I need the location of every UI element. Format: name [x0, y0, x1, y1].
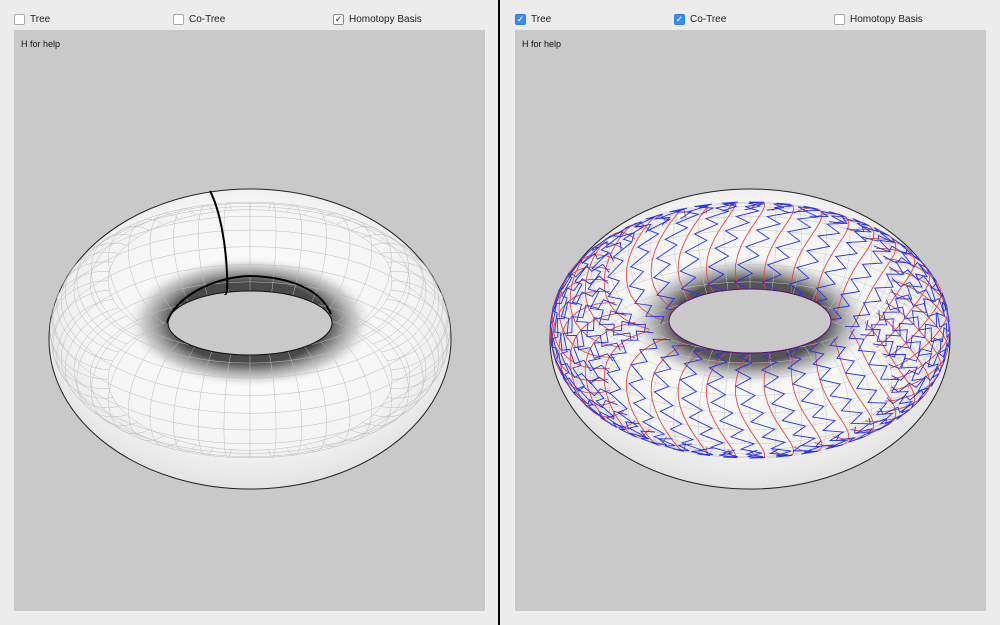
- right-homotopy-basis-toggle[interactable]: Homotopy Basis: [834, 12, 923, 26]
- left-3d-viewport[interactable]: H for help: [14, 30, 485, 611]
- left-tree-toggle[interactable]: Tree: [14, 12, 50, 26]
- right-3d-viewport[interactable]: H for help: [515, 30, 986, 611]
- left-toolbar: Tree Co-Tree ✓ Homotopy Basis: [0, 0, 500, 30]
- left-homotopy-basis-label: Homotopy Basis: [349, 13, 422, 25]
- right-homotopy-basis-label: Homotopy Basis: [850, 13, 923, 25]
- right-torus-hole: [668, 288, 832, 354]
- left-panel: Tree Co-Tree ✓ Homotopy Basis H for help: [0, 0, 500, 625]
- right-tree-label: Tree: [531, 13, 552, 25]
- right-cotree-checkbox[interactable]: ✓: [674, 13, 685, 25]
- left-torus-render: [48, 188, 452, 490]
- right-cotree-toggle[interactable]: ✓ Co-Tree: [674, 12, 726, 26]
- left-tree-label: Tree: [30, 13, 51, 25]
- left-tree-checkbox[interactable]: [14, 13, 25, 25]
- right-torus-render: [549, 188, 951, 490]
- left-homotopy-basis-toggle[interactable]: ✓ Homotopy Basis: [333, 12, 422, 26]
- left-cotree-toggle[interactable]: Co-Tree: [173, 12, 225, 26]
- left-homotopy-basis-checkbox[interactable]: ✓: [333, 13, 344, 25]
- left-cotree-label: Co-Tree: [189, 13, 226, 25]
- left-torus-hole: [167, 290, 333, 356]
- left-cotree-checkbox[interactable]: [173, 13, 184, 25]
- right-tree-toggle[interactable]: ✓ Tree: [515, 12, 551, 26]
- right-homotopy-basis-checkbox[interactable]: [834, 13, 845, 25]
- right-cotree-label: Co-Tree: [690, 13, 727, 25]
- right-panel: ✓ Tree ✓ Co-Tree Homotopy Basis H for he…: [500, 0, 1000, 625]
- right-tree-checkbox[interactable]: ✓: [515, 13, 526, 25]
- right-toolbar: ✓ Tree ✓ Co-Tree Homotopy Basis: [500, 0, 1000, 30]
